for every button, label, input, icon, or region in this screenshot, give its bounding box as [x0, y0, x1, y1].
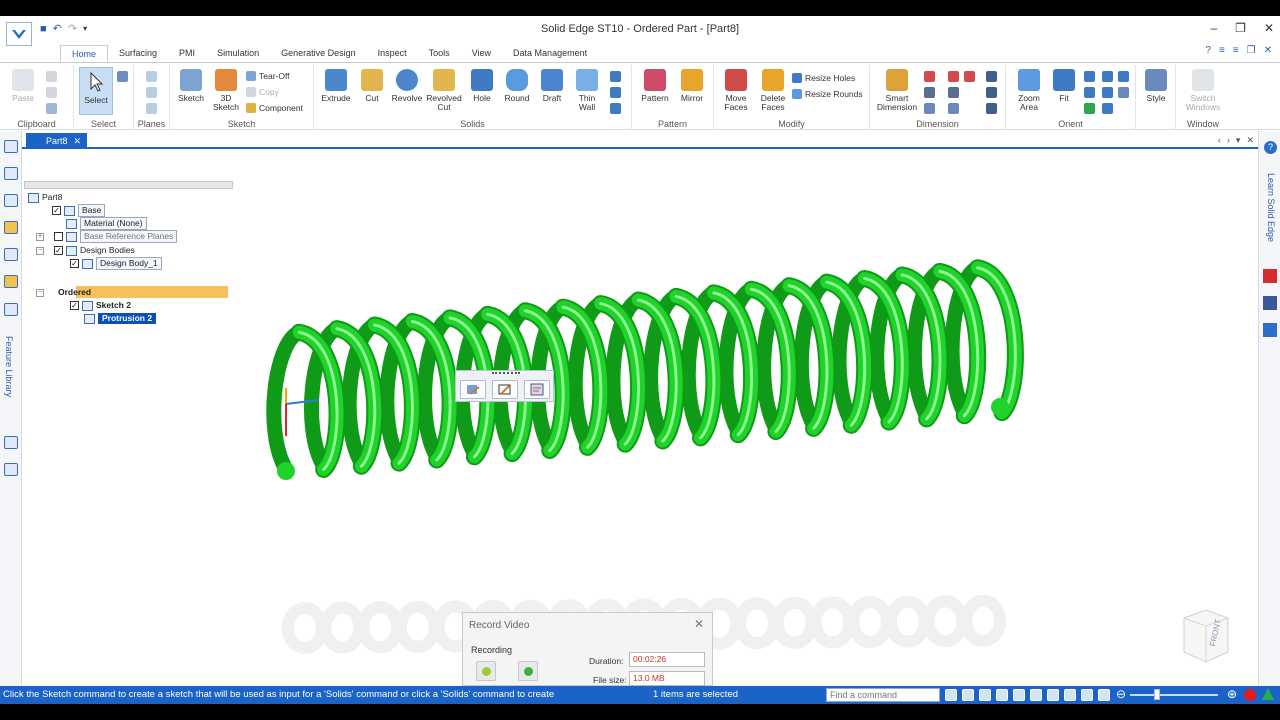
zoom-in-status-icon[interactable]: ⊕	[1227, 687, 1237, 701]
view-cube[interactable]: FRONT	[1176, 606, 1232, 664]
solid-edge-window: ■ ↶ ↷ ▾ Solid Edge ST10 - Ordered Part -…	[0, 16, 1280, 704]
share-icon[interactable]	[945, 689, 957, 701]
display-status-icon[interactable]	[1098, 689, 1110, 701]
rotate-status-icon[interactable]	[1030, 689, 1042, 701]
spring-reflection	[809, 596, 856, 649]
zoom-slider-track[interactable]	[1130, 694, 1218, 696]
selection-count: 1 items are selected	[653, 689, 739, 700]
mini-toolbar-button-3[interactable]	[524, 380, 550, 399]
filesize-label: File size:	[593, 675, 627, 685]
sketch-view-status-icon[interactable]	[1081, 689, 1093, 701]
bottom-black-bar	[0, 704, 1280, 720]
status-icons	[945, 689, 1110, 701]
spring-reflection	[319, 601, 366, 654]
zoom-slider-knob[interactable]	[1154, 689, 1160, 700]
spring-end-cap	[991, 398, 1009, 416]
filesize-value: 13.0 MB	[629, 671, 705, 686]
spring-reflection	[281, 602, 328, 654]
spring-reflection	[394, 600, 441, 653]
recording-status: Recording	[471, 645, 513, 655]
top-black-bar	[0, 0, 1280, 16]
zoom-area-status-icon[interactable]	[962, 689, 974, 701]
duration-label: Duration:	[589, 656, 624, 666]
pan-status-icon[interactable]	[1013, 689, 1025, 701]
mini-toolbar-grip[interactable]	[492, 372, 520, 374]
find-command-input[interactable]	[826, 688, 940, 702]
spring-reflection	[847, 596, 894, 648]
spring-reflection	[960, 594, 1007, 647]
spin-status-icon[interactable]	[1047, 689, 1059, 701]
stop-button[interactable]	[518, 661, 538, 681]
duration-value: 00:02:26	[629, 652, 705, 667]
record-video-panel: Record Video ✕ Recording Duration: 00:02…	[462, 612, 713, 686]
mini-toolbar-button-1[interactable]	[460, 380, 486, 399]
pause-button[interactable]	[476, 661, 496, 681]
pause-icon	[481, 666, 491, 676]
edit-definition-icon	[530, 383, 544, 396]
record-video-close-icon[interactable]: ✕	[694, 617, 704, 631]
fit-status-icon[interactable]	[996, 689, 1008, 701]
prompt-text: Click the Sketch command to create a ske…	[3, 689, 555, 700]
record-video-title: Record Video	[469, 620, 530, 631]
spring-reflection	[922, 595, 969, 648]
edit-profile-icon	[467, 385, 480, 395]
upload-arrow-icon[interactable]	[1262, 688, 1274, 700]
zoom-status-icon[interactable]	[979, 689, 991, 701]
mini-toolbar-button-2[interactable]	[492, 380, 518, 399]
spring-model[interactable]	[0, 16, 1280, 704]
views-status-icon[interactable]	[1064, 689, 1076, 701]
stop-icon	[523, 666, 533, 676]
status-bar: Click the Sketch command to create a ske…	[0, 686, 1280, 704]
spring-start-cap	[277, 462, 295, 480]
dynamic-edit-icon	[498, 384, 511, 395]
zoom-out-icon[interactable]: ⊖	[1116, 687, 1126, 701]
record-indicator-icon[interactable]	[1244, 689, 1256, 701]
mini-toolbar	[455, 370, 554, 402]
spring-reflection	[884, 595, 931, 648]
spring-reflection	[771, 596, 818, 649]
spring-reflection	[734, 597, 781, 650]
spring-reflection	[357, 601, 404, 654]
